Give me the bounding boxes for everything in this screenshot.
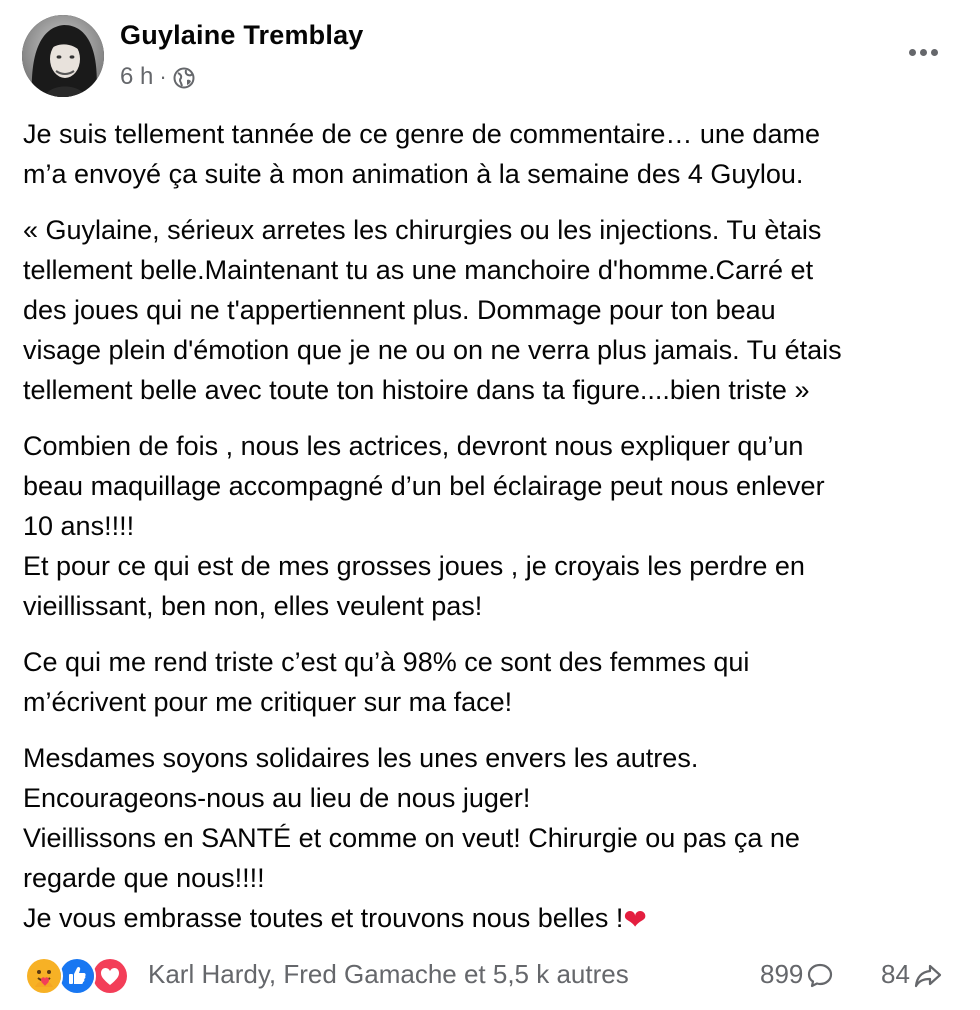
like-reaction-icon [58,957,96,995]
text-line: m’écrivent pour me critiquer sur ma face… [23,687,513,717]
paragraph: Ce qui me rend triste c’est qu’à 98% ce … [23,642,963,722]
text-line: Ce qui me rend triste c’est qu’à 98% ce … [23,647,750,677]
author-avatar[interactable] [22,15,104,97]
comments-count-value: 899 [760,959,804,989]
text-line: Je vous embrasse toutes et trouvons nous… [23,898,963,940]
paragraph: Combien de fois , nous les actrices, dev… [23,426,963,626]
heart-emoji-icon: ❤ [623,904,647,935]
text-line: tellement belle avec toute ton histoire … [23,375,810,405]
text-line: « Guylaine, sérieux arretes les chirurgi… [23,215,822,245]
shares-count-value: 84 [881,959,910,989]
shares-count[interactable]: 84 [881,959,943,990]
comment-icon [806,961,834,989]
globe-icon[interactable] [173,67,195,89]
text-line: regarde que nous!!!! [23,863,265,893]
text-line: Vieillissons en SANTÉ et comme on veut! … [23,823,800,853]
text-line: tellement belle.Maintenant tu as une man… [23,255,814,285]
text-line: 10 ans!!!! [23,511,135,541]
text-line: Et pour ce qui est de mes grosses joues … [23,551,805,581]
paragraph: Mesdames soyons solidaires les unes enve… [23,738,963,940]
post-time[interactable]: 6 h [120,63,153,91]
paragraph: Je suis tellement tannée de ce genre de … [23,114,963,194]
text-line: visage plein d'émotion que je ne ou on n… [23,335,842,365]
text-line: Combien de fois , nous les actrices, dev… [23,431,804,461]
text-line: des joues qui ne t'appertiennent plus. D… [23,295,776,325]
reaction-icons[interactable] [25,957,135,995]
author-name[interactable]: Guylaine Tremblay [120,20,364,51]
more-options-icon[interactable] [898,38,948,66]
text-line: Mesdames soyons solidaires les unes enve… [23,743,699,773]
facebook-post: Guylaine Tremblay 6 h · Je suis tellemen… [0,0,980,1010]
text-line: Encourageons-nous au lieu de nous juger! [23,783,531,813]
care-reaction-icon [25,957,63,995]
text-line: beau maquillage accompagné d’un bel écla… [23,471,825,501]
reactors-summary[interactable]: Karl Hardy, Fred Gamache et 5,5 k autres [148,959,629,990]
love-reaction-icon [91,957,129,995]
text-line-content: Je vous embrasse toutes et trouvons nous… [23,903,624,933]
text-line: vieillissant, ben non, elles veulent pas… [23,591,483,621]
post-footer: Karl Hardy, Fred Gamache et 5,5 k autres… [0,950,980,1000]
share-icon [913,961,943,989]
text-line: Je suis tellement tannée de ce genre de … [23,119,820,149]
meta-separator: · [159,64,167,89]
comments-count[interactable]: 899 [760,959,834,990]
post-text: Je suis tellement tannée de ce genre de … [23,114,963,956]
paragraph: « Guylaine, sérieux arretes les chirurgi… [23,210,963,410]
text-line: m’a envoyé ça suite à mon animation à la… [23,159,804,189]
post-meta: 6 h · [120,63,195,91]
